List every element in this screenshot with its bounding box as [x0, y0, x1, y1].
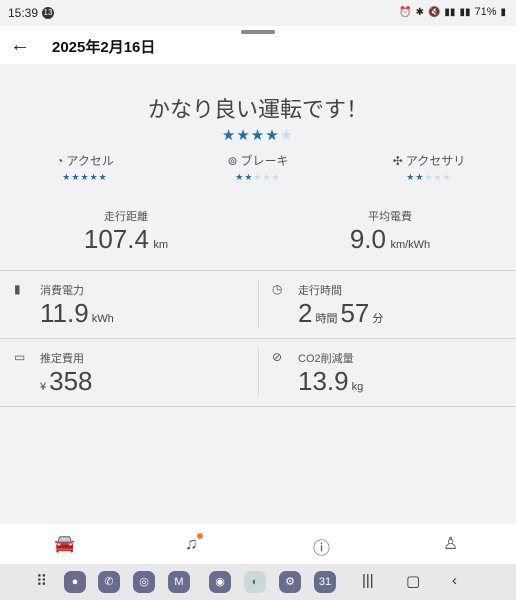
- efficiency-value: 9.0: [349, 224, 386, 254]
- star-filled-icon: ★: [98, 172, 108, 182]
- app-bar: ← 2025年2月16日: [0, 26, 516, 64]
- calendar-app-icon[interactable]: 31: [314, 571, 336, 593]
- drive-minutes: 57: [340, 298, 370, 328]
- trip-summary: かなり良い運転です！ ★★★★★ ◔ アクセル ★★★★★ ⊚ ブレーキ ★★★★★…: [0, 64, 516, 524]
- bluetooth-icon: ✱: [415, 6, 424, 18]
- star-empty-icon: ★: [253, 172, 263, 182]
- divider: [0, 270, 516, 271]
- star-filled-icon: ★: [265, 127, 280, 144]
- distance-value: 107.4: [83, 224, 149, 254]
- phone-app-icon[interactable]: ✆: [98, 571, 120, 593]
- energy-value: 11.9: [40, 298, 89, 328]
- star-empty-icon: ★: [262, 172, 272, 182]
- notification-dot: [197, 533, 203, 539]
- signal-icon-2: ▮▮: [459, 6, 471, 18]
- messages-app-icon[interactable]: ●: [64, 571, 86, 593]
- notification-count-badge: 13: [42, 7, 54, 19]
- battery-icon: ▮: [14, 282, 21, 296]
- star-empty-icon: ★: [433, 172, 443, 182]
- status-icons: ⏰ ✱ 🔇 ▮▮ ▮▮ 71% ▮: [399, 6, 506, 18]
- star-filled-icon: ★: [62, 172, 72, 182]
- alarm-icon: ⏰: [399, 6, 412, 18]
- divider: [258, 280, 259, 328]
- mute-icon: 🔇: [427, 6, 441, 18]
- star-filled-icon: ★: [250, 127, 266, 144]
- rating-label: アクセル: [66, 154, 114, 168]
- drive-hours: 2: [298, 298, 313, 328]
- rating-accelerator: ◔ アクセル ★★★★★: [10, 152, 160, 183]
- distance-label: 走行距離: [104, 211, 148, 223]
- cost-label: 推定費用: [40, 353, 84, 365]
- system-taskbar: ⠿ ● ✆ ◎ M ◉ ◐ ⚙ 31 ||| ▢ ‹: [0, 564, 516, 600]
- back-arrow-icon[interactable]: ←: [10, 34, 30, 57]
- nav-bell-icon[interactable]: ♫: [185, 534, 198, 554]
- divider: [0, 338, 516, 339]
- fan-icon: ✣: [392, 154, 403, 168]
- nav-help-icon[interactable]: ⓘ: [313, 534, 330, 559]
- recent-apps-icon[interactable]: |||: [362, 572, 374, 589]
- gmail-app-icon[interactable]: M: [168, 571, 190, 593]
- chrome-app-icon[interactable]: ◎: [133, 571, 155, 593]
- nav-car-icon[interactable]: 🚘: [54, 534, 75, 554]
- app-pair-icon[interactable]: ◐: [244, 571, 266, 593]
- minutes-unit: 分: [372, 313, 384, 325]
- energy-unit: kWh: [91, 313, 114, 325]
- efficiency-unit: km/kWh: [390, 239, 431, 251]
- star-filled-icon: ★: [236, 127, 251, 144]
- co2-value: 13.9: [298, 366, 349, 396]
- signal-icon: ▮▮: [444, 6, 456, 18]
- efficiency-metric: 平均電費 9.0 km/kWh: [320, 208, 460, 255]
- page-title: 2025年2月16日: [52, 39, 156, 56]
- battery-icon: ▮: [500, 6, 506, 18]
- overall-star-rating: ★★★★★: [0, 126, 516, 144]
- divider: [258, 348, 259, 396]
- status-bar: 15:39 13 ⏰ ✱ 🔇 ▮▮ ▮▮ 71% ▮: [0, 0, 516, 26]
- accelerator-stars: ★★★★★: [10, 172, 160, 183]
- cost-value: 358: [49, 366, 93, 396]
- star-empty-icon: ★: [424, 172, 434, 182]
- efficiency-label: 平均電費: [368, 211, 412, 223]
- rating-headline: かなり良い運転です！: [147, 97, 368, 122]
- rating-accessory: ✣ アクセサリ ★★★★★: [354, 152, 504, 183]
- co2-unit: kg: [351, 381, 364, 393]
- bottom-nav: 🚘 ♫ ⓘ ♙: [0, 524, 516, 564]
- rating-label: ブレーキ: [240, 154, 289, 168]
- drag-handle[interactable]: [241, 30, 275, 34]
- clock-icon: ◷: [272, 282, 283, 296]
- rating-label: アクセサリ: [405, 154, 466, 168]
- battery-percent: 71%: [474, 6, 497, 18]
- star-filled-icon: ★: [80, 172, 90, 182]
- nav-account-icon[interactable]: ♙: [443, 534, 458, 554]
- co2-label: CO2削減量: [298, 353, 354, 365]
- status-time: 15:39: [8, 6, 39, 20]
- divider: [0, 406, 516, 407]
- speedometer-icon: ◔: [56, 154, 64, 168]
- home-icon[interactable]: ▢: [406, 572, 420, 590]
- star-filled-icon: ★: [235, 172, 245, 182]
- distance-metric: 走行距離 107.4 km: [56, 208, 196, 255]
- star-filled-icon: ★: [89, 172, 99, 182]
- distance-unit: km: [153, 239, 169, 251]
- credit-card-icon: ▭: [14, 350, 26, 364]
- settings-app-icon[interactable]: ⚙: [279, 571, 301, 593]
- star-filled-icon: ★: [406, 172, 416, 182]
- hours-unit: 時間: [315, 313, 338, 325]
- accessory-stars: ★★★★★: [354, 172, 504, 183]
- star-empty-icon: ★: [442, 172, 452, 182]
- star-empty-icon: ★: [279, 127, 295, 144]
- drive-time-label: 走行時間: [298, 285, 342, 297]
- app-drawer-icon[interactable]: ⠿: [36, 572, 47, 590]
- rating-brake: ⊚ ブレーキ ★★★★★: [183, 152, 333, 183]
- co2-reduction-icon: ⊘: [272, 350, 283, 364]
- star-filled-icon: ★: [221, 127, 237, 144]
- brake-stars: ★★★★★: [183, 172, 333, 183]
- brake-icon: ⊚: [227, 154, 238, 168]
- star-empty-icon: ★: [271, 172, 281, 182]
- currency-symbol: ¥: [40, 381, 47, 393]
- energy-label: 消費電力: [40, 285, 84, 297]
- camera-app-icon[interactable]: ◉: [209, 571, 231, 593]
- nav-back-icon[interactable]: ‹: [452, 572, 457, 589]
